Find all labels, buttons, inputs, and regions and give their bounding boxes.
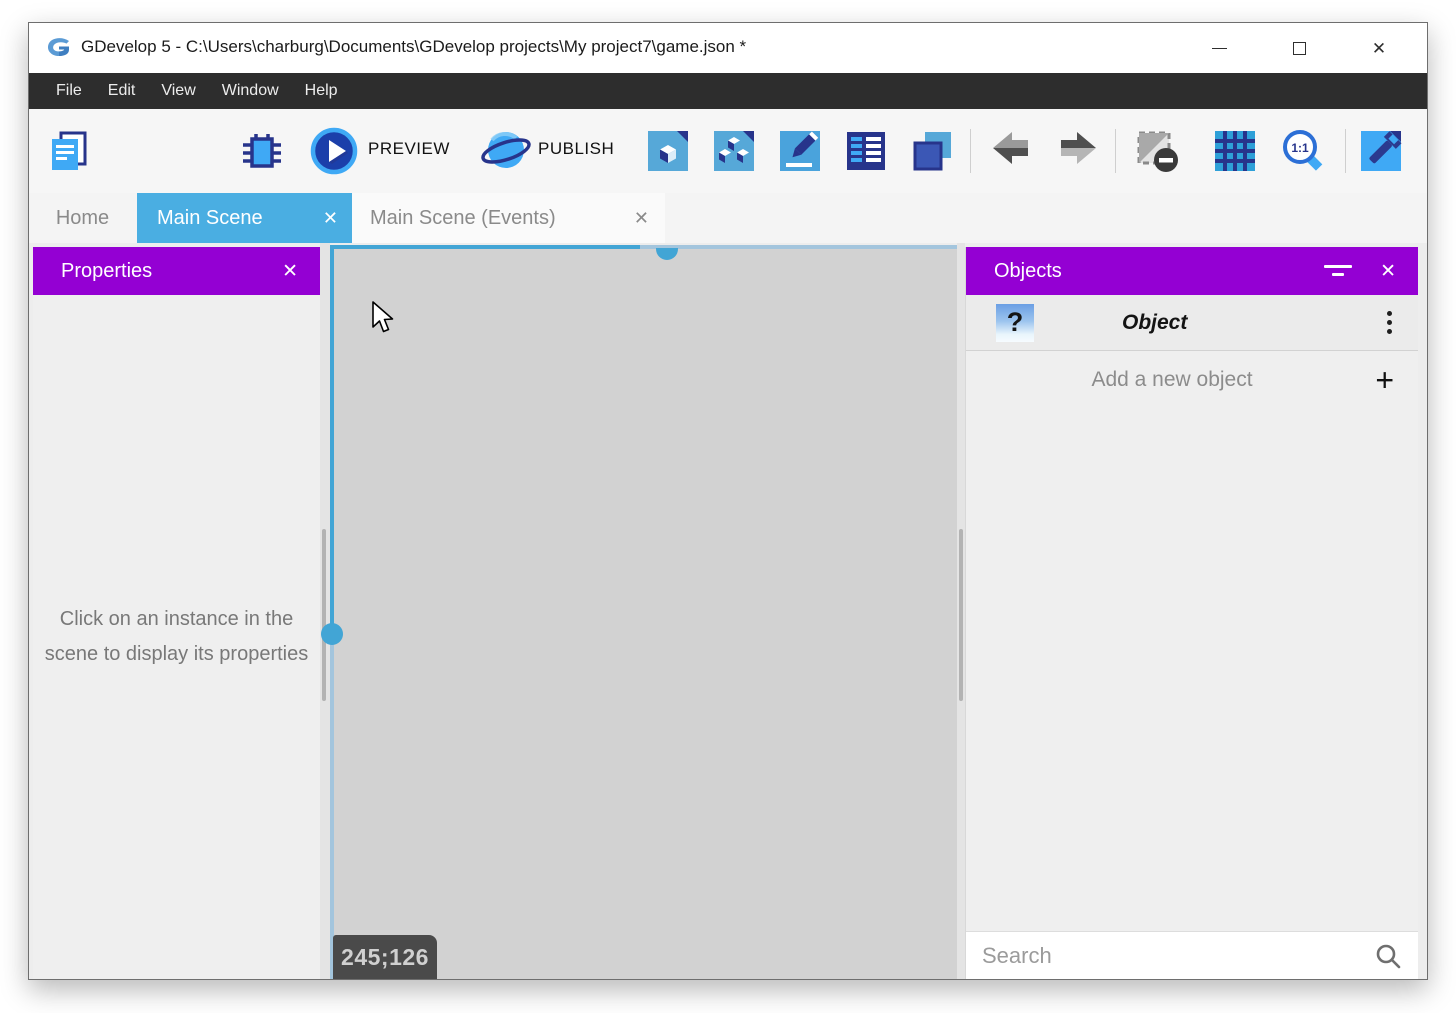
toolbar-separator [970,129,971,173]
scene-window-left-handle[interactable] [321,623,343,645]
maximize-button[interactable] [1259,23,1339,73]
tab-label: Main Scene [157,207,309,230]
properties-panel: Properties ✕ Click on an instance in the… [33,247,320,979]
properties-close-icon[interactable]: ✕ [282,260,298,283]
objects-close-icon[interactable]: ✕ [1380,260,1396,283]
scene-window-top-border-faded [640,245,957,249]
object-menu-kebab-icon[interactable] [1387,311,1392,334]
publish-globe-icon[interactable] [480,125,532,177]
app-window: GDevelop 5 - C:\Users\charburg\Documents… [28,22,1428,980]
scene-window-top-border [330,245,640,249]
add-object-label: Add a new object [966,368,1418,392]
objects-empty-area [966,409,1418,931]
close-icon: ✕ [1372,40,1386,57]
objects-search-bar [966,931,1418,979]
tab-label: Main Scene (Events) [370,207,620,230]
properties-empty-message: Click on an instance in the scene to dis… [45,602,309,672]
toolbar-separator [1115,129,1116,173]
tab-close-icon[interactable]: ✕ [323,208,338,229]
instances-list-icon[interactable] [909,127,957,175]
object-question-icon: ? [996,304,1034,342]
cursor-coordinates-badge: 245;126 [333,935,437,979]
tab-label: Home [56,207,109,230]
scene-window-top-handle[interactable] [656,248,678,260]
tab-bar: Home Main Scene ✕ Main Scene (Events) ✕ [29,193,1427,243]
menu-window[interactable]: Window [209,73,292,109]
scene-window-left-border-faded [330,634,334,979]
minimize-button[interactable] [1179,23,1259,73]
scene-canvas[interactable]: 245;126 [330,245,957,979]
menu-edit[interactable]: Edit [95,73,149,109]
objects-panel-title: Objects [994,260,1324,283]
editor-content: Properties ✕ Click on an instance in the… [29,243,1427,979]
close-button[interactable]: ✕ [1339,23,1419,73]
add-object-plus-icon[interactable]: + [1375,364,1394,396]
mouse-cursor-icon [370,301,398,337]
object-name: Object [1122,311,1387,335]
tab-main-scene-events[interactable]: Main Scene (Events) ✕ [352,193,665,243]
object-list-item[interactable]: ? Object [966,295,1418,351]
window-title: GDevelop 5 - C:\Users\charburg\Documents… [81,37,746,57]
preview-label[interactable]: PREVIEW [368,139,450,159]
edit-object-groups-icon[interactable] [710,127,758,175]
preview-play-icon[interactable] [309,126,359,176]
properties-panel-title: Properties [61,260,282,283]
publish-label[interactable]: PUBLISH [538,139,614,159]
filter-icon[interactable] [1324,264,1352,278]
objects-panel: Objects ✕ ? Object Add a new object + [965,247,1418,979]
right-splitter-handle[interactable] [959,529,963,701]
menu-file[interactable]: File [43,73,95,109]
redo-icon[interactable] [1054,127,1102,175]
svg-text:1:1: 1:1 [1291,141,1309,155]
search-input[interactable] [966,943,1418,969]
objects-panel-header: Objects ✕ [966,247,1418,295]
menu-bar: File Edit View Window Help [29,73,1427,109]
toggle-mask-icon[interactable] [1133,127,1181,175]
maximize-icon [1293,42,1306,55]
window-controls: ✕ [1179,23,1419,73]
tab-close-icon[interactable]: ✕ [634,208,649,229]
properties-panel-header: Properties ✕ [33,247,320,295]
toolbar-separator [1345,129,1346,173]
edit-object-icon[interactable] [644,127,692,175]
menu-view[interactable]: View [148,73,208,109]
minimize-icon [1212,48,1227,49]
left-splitter-handle[interactable] [322,529,326,701]
undo-icon[interactable] [987,127,1035,175]
toolbar: PREVIEW PUBLISH [29,109,1427,193]
debug-icon[interactable] [238,127,286,175]
scene-window-left-border [330,245,334,634]
open-settings-icon[interactable] [1357,127,1405,175]
toggle-grid-icon[interactable] [1211,127,1259,175]
tab-home[interactable]: Home [45,193,120,243]
properties-panel-body: Click on an instance in the scene to dis… [33,295,320,979]
menu-help[interactable]: Help [292,73,351,109]
add-object-row[interactable]: Add a new object + [966,351,1418,409]
zoom-original-icon[interactable]: 1:1 [1279,127,1327,175]
tab-main-scene[interactable]: Main Scene ✕ [137,193,352,243]
project-manager-icon[interactable] [44,127,92,175]
right-splitter[interactable] [957,243,965,979]
search-icon[interactable] [1374,942,1402,970]
edit-scene-properties-icon[interactable] [776,127,824,175]
edit-layers-icon[interactable] [842,127,890,175]
left-splitter[interactable] [320,243,330,979]
title-bar: GDevelop 5 - C:\Users\charburg\Documents… [29,23,1427,73]
gdevelop-logo-icon [45,35,71,61]
